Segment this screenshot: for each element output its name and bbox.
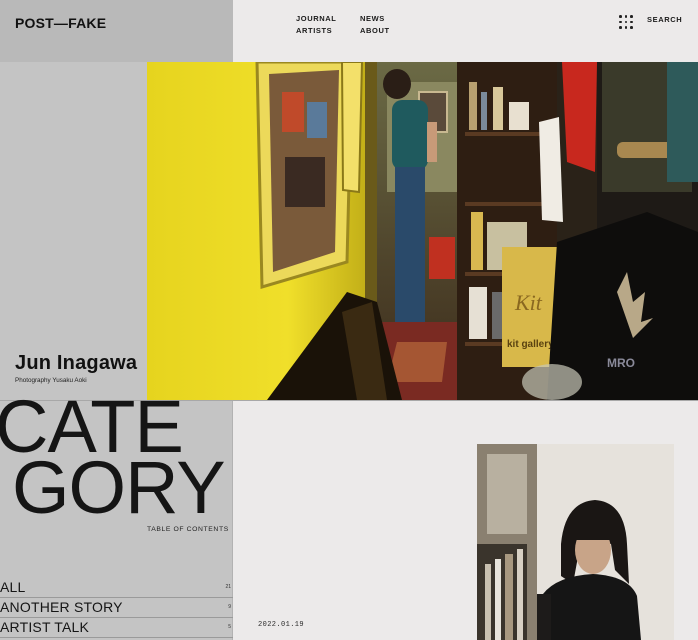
site-logo[interactable]: POST—FAKE [15, 15, 106, 31]
article-title[interactable]: Jun Inagawa [15, 352, 137, 375]
category-label: ANOTHER STORY [0, 599, 123, 615]
nav-link-news[interactable]: NEWS [360, 13, 390, 25]
portrait-photo [477, 444, 674, 640]
nav-link-about[interactable]: ABOUT [360, 25, 390, 37]
svg-text:Kit: Kit [514, 290, 543, 315]
hero-photo: Kit kit gallery MRO [147, 62, 698, 400]
logo-bar: POST—FAKE [0, 0, 233, 62]
article-date: 2022.01.19 [258, 621, 305, 629]
toc-label: TABLE OF CONTENTS [147, 526, 229, 533]
category-count: 9 [228, 604, 231, 610]
nav-link-artists[interactable]: ARTISTS [296, 25, 336, 37]
nav-group-1: JOURNAL ARTISTS [296, 13, 336, 37]
nav-link-journal[interactable]: JOURNAL [296, 13, 336, 25]
category-heading-line2: GORY [12, 446, 226, 529]
nav-group-2: NEWS ABOUT [360, 13, 390, 37]
category-label: ARTIST TALK [0, 619, 90, 635]
hero-image[interactable]: Kit kit gallery MRO [147, 62, 698, 400]
category-count: 21 [225, 584, 231, 590]
search-button[interactable]: SEARCH [647, 15, 682, 24]
category-count: 5 [228, 624, 231, 630]
photo-credit: Photography Yusaku Aoki [15, 377, 87, 384]
article-thumbnail[interactable] [477, 444, 674, 640]
svg-text:MRO: MRO [607, 356, 635, 370]
category-item-artist-talk[interactable]: ARTIST TALK 5 [0, 618, 233, 638]
category-item-all[interactable]: ALL 21 [0, 578, 233, 598]
grid-dots-icon[interactable] [619, 15, 633, 29]
category-label: ALL [0, 579, 26, 595]
category-item-another-story[interactable]: ANOTHER STORY 9 [0, 598, 233, 618]
svg-text:kit gallery: kit gallery [507, 339, 554, 350]
